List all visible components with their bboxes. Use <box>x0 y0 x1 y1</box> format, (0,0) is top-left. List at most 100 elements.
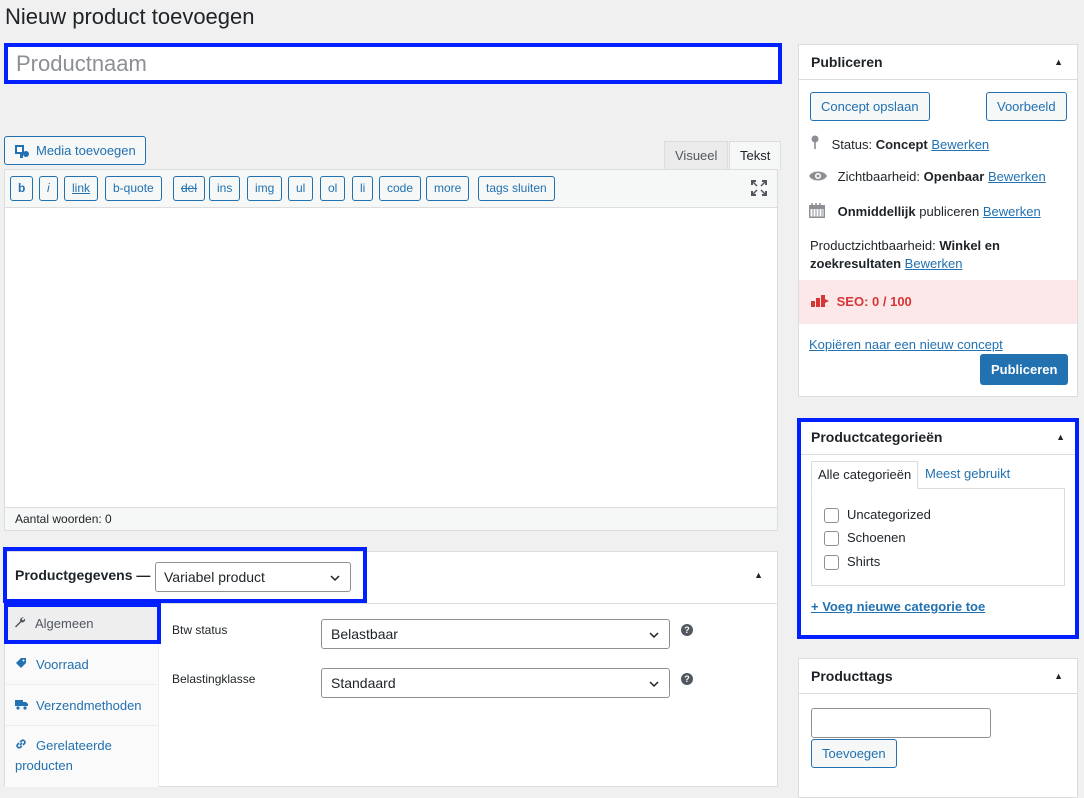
tab-voorraad-label: Voorraad <box>36 657 89 672</box>
category-item[interactable]: Uncategorized <box>824 507 931 524</box>
category-checkbox[interactable] <box>824 555 839 571</box>
add-media-button[interactable]: Media toevoegen <box>4 136 146 165</box>
seo-score-bar: SEO: 0 / 100 <box>799 280 1077 324</box>
tab-gerelateerde-producten[interactable]: Gerelateerde producten <box>5 726 159 787</box>
tab-verzendmethoden-label: Verzendmethoden <box>36 698 142 713</box>
catalog-visibility-row: Productzichtbaarheid: Winkel en zoekresu… <box>810 237 1070 273</box>
visibility-value: Openbaar <box>923 169 985 184</box>
product-title-input[interactable] <box>8 47 778 80</box>
wrench-icon <box>14 608 28 641</box>
product-title-wrapper <box>4 43 782 84</box>
add-tags-button[interactable]: Toevoegen <box>811 739 897 768</box>
status-value: Concept <box>875 137 928 152</box>
publish-button[interactable]: Publiceren <box>980 354 1069 385</box>
save-draft-button[interactable]: Concept opslaan <box>810 92 930 121</box>
edit-schedule-link[interactable]: Bewerken <box>983 204 1041 219</box>
help-icon[interactable]: ? <box>681 673 693 685</box>
product-type-select[interactable]: Variabel product <box>155 562 351 592</box>
tax-status-value: Belastbaar <box>331 626 398 642</box>
tab-algemeen[interactable]: Algemeen <box>4 603 161 644</box>
help-icon[interactable]: ? <box>681 624 693 636</box>
collapse-arrow-icon[interactable]: ▲ <box>1054 45 1063 79</box>
chevron-down-icon <box>330 575 340 582</box>
quicktag-link-button[interactable]: link <box>64 176 99 201</box>
tab-gerelateerde-label: Gerelateerde producten <box>15 738 112 773</box>
tax-class-value: Standaard <box>331 675 396 691</box>
visibility-row: Zichtbaarheid: Openbaar Bewerken <box>808 169 1046 186</box>
edit-visibility-link[interactable]: Bewerken <box>988 169 1046 184</box>
quicktag-code-button[interactable]: code <box>379 176 422 201</box>
edit-catalog-visibility-link[interactable]: Bewerken <box>905 256 963 271</box>
categories-box-header[interactable]: Productcategorieën ▲ <box>801 422 1075 455</box>
visibility-label: Zichtbaarheid: <box>837 169 921 184</box>
copy-to-draft-link[interactable]: Kopiëren naar een nieuw concept <box>809 337 1003 352</box>
collapse-arrow-icon[interactable]: ▲ <box>1056 422 1065 453</box>
schedule-row: Onmiddellijk publiceren Bewerken <box>808 203 1041 222</box>
tags-input[interactable] <box>811 708 991 738</box>
tax-status-label: Btw status <box>172 623 228 637</box>
media-icon <box>14 143 30 159</box>
tab-most-used[interactable]: Meest gebruikt <box>919 461 1016 489</box>
content-textarea[interactable] <box>5 208 777 506</box>
status-label: Status: <box>831 137 873 152</box>
quicktag-bquote-button[interactable]: b-quote <box>105 176 162 201</box>
category-list: Uncategorized Schoenen Shirts <box>811 488 1065 586</box>
quicktag-ol-button[interactable]: ol <box>320 176 346 201</box>
collapse-arrow-icon[interactable]: ▲ <box>1054 659 1063 693</box>
tax-class-label: Belastingklasse <box>172 672 256 686</box>
quicktag-ins-button[interactable]: ins <box>209 176 241 201</box>
category-checkbox[interactable] <box>824 531 839 547</box>
seo-score: SEO: 0 / 100 <box>836 294 912 309</box>
product-data-title: Productgegevens — <box>15 567 151 583</box>
categories-box-title: Productcategorieën <box>811 429 943 445</box>
quicktag-img-button[interactable]: img <box>247 176 283 201</box>
word-count: Aantal woorden: 0 <box>5 507 777 530</box>
tab-algemeen-label: Algemeen <box>35 616 94 631</box>
quicktag-bold-button[interactable]: b <box>10 176 34 201</box>
tab-text[interactable]: Tekst <box>729 141 782 170</box>
edit-status-link[interactable]: Bewerken <box>931 137 989 152</box>
schedule-value: Onmiddellijk <box>837 203 916 219</box>
publish-box-header[interactable]: Publiceren ▲ <box>799 45 1077 80</box>
quicktag-more-button[interactable]: more <box>426 176 470 201</box>
truck-icon <box>15 686 29 727</box>
eye-icon <box>808 169 834 186</box>
category-item[interactable]: Shirts <box>824 554 880 571</box>
calendar-icon <box>808 203 834 222</box>
tag-icon <box>15 645 29 686</box>
publish-box-title: Publiceren <box>811 54 883 70</box>
catalog-visibility-value-2: zoekresultaten <box>810 256 902 271</box>
collapse-arrow-icon[interactable]: ▲ <box>754 570 763 580</box>
catalog-visibility-label: Productzichtbaarheid: <box>810 238 936 253</box>
category-item[interactable]: Schoenen <box>824 530 906 547</box>
chevron-down-icon <box>649 632 659 639</box>
add-media-label: Media toevoegen <box>36 143 136 158</box>
preview-button[interactable]: Voorbeeld <box>986 92 1067 121</box>
link-icon <box>15 736 29 756</box>
quicktag-close-tags-button[interactable]: tags sluiten <box>478 176 555 201</box>
category-label: Schoenen <box>847 530 906 545</box>
tab-verzendmethoden[interactable]: Verzendmethoden <box>5 685 159 726</box>
tab-all-categories[interactable]: Alle categorieën <box>811 461 919 489</box>
category-label: Uncategorized <box>847 507 931 522</box>
tags-box-title: Producttags <box>811 668 893 684</box>
quicktag-li-button[interactable]: li <box>352 176 374 201</box>
tax-class-select[interactable]: Standaard <box>321 668 670 698</box>
editor-container: b i link b-quote del ins img ul ol li co… <box>4 169 778 531</box>
schedule-label: publiceren <box>919 203 980 219</box>
add-category-link[interactable]: + Voeg nieuwe categorie toe <box>811 599 985 614</box>
quicktags-toolbar: b i link b-quote del ins img ul ol li co… <box>5 170 777 208</box>
tab-voorraad[interactable]: Voorraad <box>5 644 159 685</box>
seo-icon <box>811 281 833 325</box>
tags-box-header[interactable]: Producttags ▲ <box>799 659 1077 694</box>
tax-status-select[interactable]: Belastbaar <box>321 619 670 649</box>
quicktag-del-button[interactable]: del <box>173 176 206 201</box>
quicktag-italic-button[interactable]: i <box>39 176 58 201</box>
chevron-down-icon <box>649 681 659 688</box>
status-row: Status: Concept Bewerken <box>810 135 989 152</box>
fullscreen-icon[interactable] <box>751 180 767 196</box>
category-checkbox[interactable] <box>824 508 839 524</box>
product-type-value: Variabel product <box>164 569 265 585</box>
quicktag-ul-button[interactable]: ul <box>288 176 314 201</box>
tab-visual[interactable]: Visueel <box>664 141 729 170</box>
